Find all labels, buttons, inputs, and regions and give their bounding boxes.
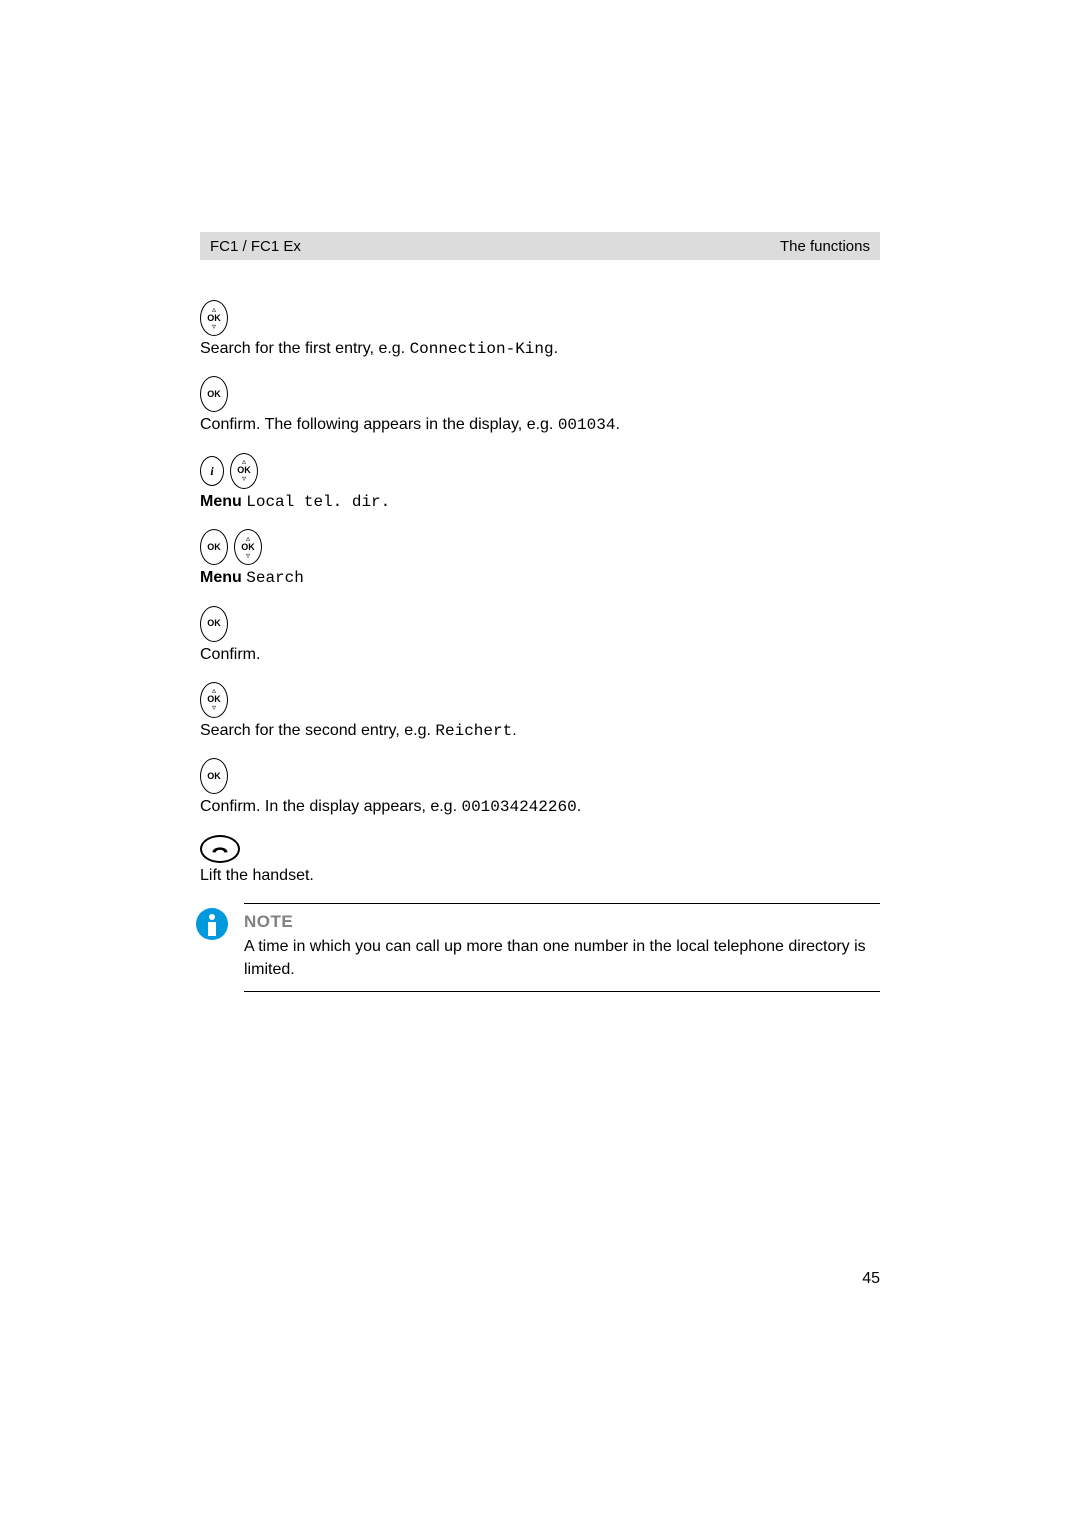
monospace-text: 001034242260 (461, 798, 576, 816)
step-icons: OK (200, 376, 880, 412)
step-text-fragment: Confirm. The following appears in the di… (200, 416, 558, 433)
step-text: Lift the handset. (200, 865, 880, 887)
step-text-fragment: . (554, 340, 558, 357)
ok-button-icon: OK (200, 376, 228, 412)
step-icons (200, 835, 880, 863)
step-text: Confirm. (200, 644, 880, 666)
step-text: Menu Local tel. dir. (200, 491, 880, 513)
instruction-step: ▵OK▿Search for the first entry, e.g. Con… (200, 300, 880, 360)
page-header: FC1 / FC1 Ex The functions (200, 232, 880, 260)
ok-nav-button-icon: ▵OK▿ (234, 529, 262, 565)
step-text-fragment: Search for the first entry, e.g. (200, 340, 410, 357)
note-text: A time in which you can call up more tha… (244, 936, 880, 981)
monospace-text: Connection-King (410, 340, 554, 358)
step-text-fragment: . (615, 416, 619, 433)
step-icons: OK (200, 758, 880, 794)
step-text-fragment: Confirm. In the display appears, e.g. (200, 798, 461, 815)
page-number: 45 (862, 1270, 880, 1288)
monospace-text: Local tel. dir. (246, 493, 390, 511)
menu-label: Menu (200, 493, 242, 510)
step-text-fragment: Confirm. (200, 646, 260, 663)
instruction-step: OK Confirm. (200, 606, 880, 666)
ok-button-icon: OK (200, 529, 228, 565)
monospace-text: 001034 (558, 416, 616, 434)
step-text-fragment: Search for the second entry, e.g. (200, 722, 435, 739)
page-content: ▵OK▿Search for the first entry, e.g. Con… (200, 300, 880, 992)
step-text-fragment: Lift the handset. (200, 867, 314, 884)
step-icons: ▵OK▿ (200, 300, 880, 336)
step-text: Confirm. In the display appears, e.g. 00… (200, 796, 880, 818)
step-text: Menu Search (200, 567, 880, 589)
instruction-step: ▵OK▿Search for the second entry, e.g. Re… (200, 682, 880, 742)
step-icons: OK (200, 606, 880, 642)
instruction-step: Lift the handset. (200, 835, 880, 887)
step-text: Search for the second entry, e.g. Reiche… (200, 720, 880, 742)
lift-handset-icon (200, 835, 240, 863)
ok-nav-button-icon: ▵OK▿ (230, 453, 258, 489)
step-text-fragment: . (577, 798, 581, 815)
info-button-icon: i (200, 456, 224, 486)
note-block-wrapper: NOTE A time in which you can call up more… (200, 903, 880, 992)
note-title: NOTE (244, 912, 880, 932)
step-icons: i▵OK▿ (200, 453, 880, 489)
step-text-fragment: . (512, 722, 516, 739)
ok-button-icon: OK (200, 758, 228, 794)
note-block: NOTE A time in which you can call up more… (244, 903, 880, 992)
step-icons: ▵OK▿ (200, 682, 880, 718)
step-icons: OK▵OK▿ (200, 529, 880, 565)
instruction-step: OK Confirm. The following appears in the … (200, 376, 880, 436)
info-icon (196, 908, 228, 940)
instruction-step: OKConfirm. In the display appears, e.g. … (200, 758, 880, 818)
ok-nav-button-icon: ▵OK▿ (200, 300, 228, 336)
instruction-step: OK▵OK▿Menu Search (200, 529, 880, 589)
monospace-text: Search (246, 569, 304, 587)
instruction-step: i▵OK▿Menu Local tel. dir. (200, 453, 880, 513)
menu-label: Menu (200, 569, 242, 586)
ok-button-icon: OK (200, 606, 228, 642)
ok-nav-button-icon: ▵OK▿ (200, 682, 228, 718)
header-right: The functions (780, 238, 870, 255)
step-text: Confirm. The following appears in the di… (200, 414, 880, 436)
monospace-text: Reichert (435, 722, 512, 740)
document-page: FC1 / FC1 Ex The functions ▵OK▿Search fo… (0, 0, 1080, 1528)
step-text: Search for the first entry, e.g. Connect… (200, 338, 880, 360)
header-left: FC1 / FC1 Ex (210, 238, 301, 255)
